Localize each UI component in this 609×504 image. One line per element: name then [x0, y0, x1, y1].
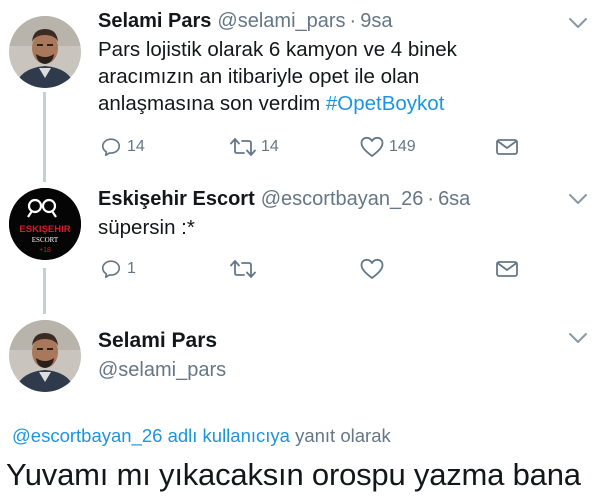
avatar-eskisehir-escort[interactable]: ESKIŞEHIR ESCORT +18	[9, 188, 81, 260]
separator: ·	[427, 188, 435, 210]
tweet-text-line: aracımızın an itibariyle opet ile olan	[98, 65, 420, 88]
like-button[interactable]	[360, 258, 384, 280]
main-tweet-text: Yuvamı mı yıkacaksın orospu yazma bana	[6, 457, 581, 492]
chevron-down-icon[interactable]	[567, 192, 589, 206]
tweet-actions: 14 14 149	[98, 136, 518, 166]
envelope-icon	[496, 139, 518, 155]
separator: ·	[349, 10, 357, 32]
author-name[interactable]: Selami Pars	[98, 328, 226, 354]
author-name[interactable]: Eskişehir Escort	[98, 186, 255, 212]
reply-count: 1	[127, 260, 136, 277]
tweet-text: süpersin :*	[98, 216, 195, 239]
author-name[interactable]: Selami Pars	[98, 8, 211, 34]
reply-mention-link[interactable]: @escortbayan_26 adlı kullanıcıya	[12, 425, 290, 446]
reply-button[interactable]: 1	[100, 258, 136, 280]
reply-icon	[101, 138, 121, 157]
like-count: 149	[389, 138, 416, 155]
retweet-icon	[230, 138, 256, 156]
envelope-icon	[496, 261, 518, 277]
tweet-selami-pars[interactable]: Selami Pars @selami_pars · 9sa Pars loji…	[98, 8, 591, 157]
like-button[interactable]: 149	[360, 136, 416, 158]
heart-icon	[360, 258, 384, 279]
author-handle[interactable]: @selami_pars	[217, 8, 345, 34]
escort-logo-line3: +18	[39, 247, 51, 254]
avatar-selami-pars-main[interactable]	[9, 320, 81, 392]
tweet-header: Eskişehir Escort @escortbayan_26 · 6sa	[98, 186, 591, 212]
tweet-eskisehir-escort[interactable]: Eskişehir Escort @escortbayan_26 · 6sa s…	[98, 186, 591, 279]
tweet-text: Pars lojistik olarak 6 kamyon ve 4 binek…	[98, 36, 591, 117]
reply-icon	[101, 260, 121, 279]
thread-line	[43, 268, 46, 314]
avatar-selami-pars[interactable]	[9, 16, 81, 88]
escort-logo-line2: ESCORT	[32, 236, 59, 244]
timestamp[interactable]: 6sa	[438, 186, 470, 212]
escort-logo-icon: ESKIŞEHIR ESCORT +18	[9, 188, 81, 260]
timestamp[interactable]: 9sa	[360, 8, 392, 34]
tweet-actions: 1	[98, 258, 518, 288]
tweet-text-line: Pars lojistik olarak 6 kamyon ve 4 binek	[98, 38, 457, 61]
author-handle[interactable]: @selami_pars	[98, 357, 226, 383]
direct-message-button[interactable]	[495, 136, 519, 158]
person-avatar-image	[9, 320, 81, 392]
tweet-text-segment: anlaşmasına son verdim	[98, 92, 326, 115]
direct-message-button[interactable]	[495, 258, 519, 280]
chevron-down-icon[interactable]	[567, 331, 589, 345]
hashtag-link[interactable]: #OpetBoykot	[326, 92, 445, 115]
retweet-button[interactable]: 14	[230, 136, 279, 158]
tweet-header: Selami Pars @selami_pars · 9sa	[98, 8, 591, 34]
escort-logo-line1: ESKIŞEHIR	[19, 224, 70, 235]
retweet-icon	[230, 260, 256, 278]
retweet-count: 14	[261, 138, 279, 155]
author-handle[interactable]: @escortbayan_26	[261, 186, 424, 212]
person-avatar-image	[9, 16, 81, 88]
reply-button[interactable]: 14	[100, 136, 145, 158]
thread-line	[43, 92, 46, 182]
reply-count: 14	[127, 138, 145, 155]
chevron-down-icon[interactable]	[567, 16, 589, 30]
reply-context: @escortbayan_26 adlı kullanıcıya yanıt o…	[12, 425, 391, 447]
reply-context-suffix: yanıt olarak	[289, 425, 391, 446]
tweet-text-line: anlaşmasına son verdim #OpetBoykot	[98, 90, 591, 117]
heart-icon	[360, 136, 384, 157]
main-tweet-author[interactable]: Selami Pars @selami_pars	[98, 328, 226, 383]
retweet-button[interactable]	[230, 258, 256, 280]
